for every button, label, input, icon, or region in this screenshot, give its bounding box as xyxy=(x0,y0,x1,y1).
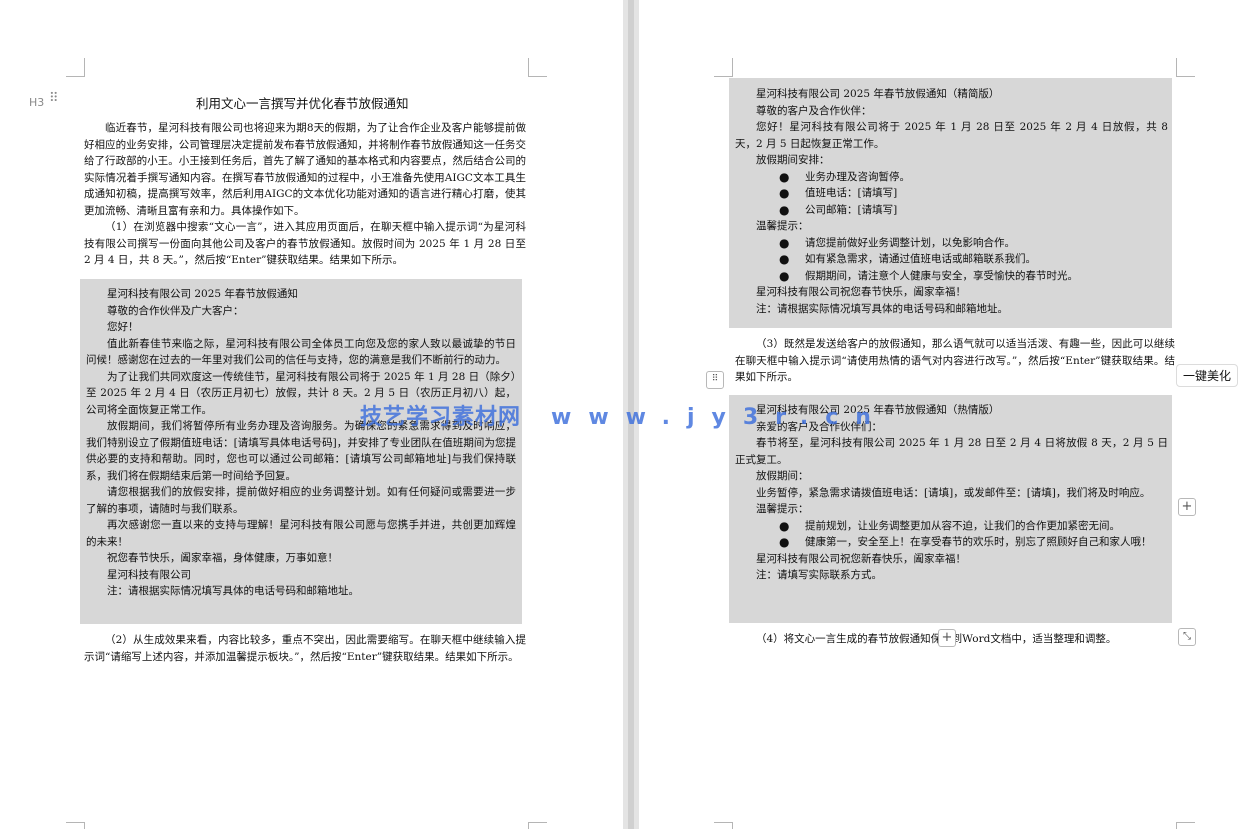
box-line: 尊敬的合作伙伴及广大客户： xyxy=(107,304,244,317)
bullet-item: ● 假期期间，请注意个人健康与安全，享受愉快的春节时光。 xyxy=(779,268,1078,283)
box-closing: 星河科技有限公司祝您新春快乐，阖家幸福！ xyxy=(756,552,966,565)
watermark: 技艺学习素材网 www.jy3r.cn xyxy=(360,399,888,431)
box-title: 星河科技有限公司 2025 年春节放假通知（精简版） xyxy=(756,88,1000,100)
bullet-icon: ● xyxy=(779,202,790,217)
box-line: 值此新春佳节来临之际，星河科技有限公司全体员工向您及您的家人致以最诚挚的节日问候… xyxy=(86,337,516,367)
block-drag-handle-icon[interactable]: ⠿ xyxy=(706,371,724,389)
bullet-icon: ● xyxy=(779,518,790,533)
crop-mark xyxy=(1176,58,1195,77)
bullet-icon: ● xyxy=(779,535,790,549)
box-greeting: 尊敬的客户及合作伙伴： xyxy=(756,104,872,117)
box-body: 您好！星河科技有限公司将于 2025 年 1 月 28 日至 2025 年 2 … xyxy=(735,121,1168,150)
crop-mark xyxy=(1176,822,1195,829)
box-note: 注：请根据实际情况填写具体的电话号码和邮箱地址。 xyxy=(107,585,359,597)
bullet-item: ● 业务办理及咨询暂停。 xyxy=(779,169,910,184)
crop-mark xyxy=(66,58,85,77)
drag-handle-icon[interactable]: ⠿ xyxy=(49,92,61,105)
step-2-paragraph: （2）从生成效果来看，内容比较多，重点不突出，因此需要缩写。在聊天框中继续输入提… xyxy=(84,634,526,663)
bullet-item: ● 值班电话：[请填写] xyxy=(779,186,898,200)
body-text: （2）从生成效果来看，内容比较多，重点不突出，因此需要缩写。在聊天框中继续输入提… xyxy=(84,632,526,665)
watermark-text: 技艺学习素材网 xyxy=(360,405,522,430)
bullet-item: ● 提前规划，让业务调整更加从容不迫，让我们的合作更加紧密无间。 xyxy=(779,518,1120,533)
bullet-icon: ● xyxy=(779,169,790,184)
box-line: 祝您春节快乐，阖家幸福，身体健康，万事如意！ xyxy=(107,552,338,564)
box-note: 注：请根据实际情况填写具体的电话号码和邮箱地址。 xyxy=(756,302,1008,315)
step-3-paragraph: （3）既然是发送给客户的放假通知，那么语气就可以适当活泼、有趣一些，因此可以继续… xyxy=(735,338,1175,383)
crop-mark xyxy=(714,58,733,77)
crop-mark xyxy=(714,822,733,829)
watermark-url: www.jy3r.cn xyxy=(551,405,888,430)
intro-paragraph: 临近春节，星河科技有限公司也将迎来为期8天的假期，为了让合作企业及客户能够提前做… xyxy=(84,122,526,217)
box-body: 业务暂停，紧急需求请拨值班电话：[请填]，或发邮件至：[请填]，我们将及时响应。 xyxy=(756,486,1151,499)
crop-mark xyxy=(66,822,85,829)
bullet-item: ● 健康第一，安全至上！在享受春节的欢乐时，别忘了照顾好自己和家人哦！ xyxy=(779,535,1152,549)
insert-plus-icon[interactable]: + xyxy=(938,629,956,647)
bullet-item: ● 如有紧急需求，请通过值班电话或邮箱联系我们。 xyxy=(779,252,1036,266)
one-click-beautify-button[interactable]: 一键美化 xyxy=(1176,364,1238,387)
result-box-1: 星河科技有限公司 2025 年春节放假通知 尊敬的合作伙伴及广大客户： 您好！ … xyxy=(80,279,522,624)
bullet-icon: ● xyxy=(779,186,790,200)
crop-mark xyxy=(528,58,547,77)
box-line: 您好！ xyxy=(107,321,139,333)
bullet-icon: ● xyxy=(779,268,790,283)
result-box-2: 星河科技有限公司 2025 年春节放假通知（精简版） 尊敬的客户及合作伙伴： 您… xyxy=(729,78,1172,328)
crop-mark xyxy=(528,822,547,829)
box-note: 注：请填写实际联系方式。 xyxy=(756,569,882,581)
document-title: 利用文心一言撰写并优化春节放假通知 xyxy=(196,96,409,111)
box-closing: 星河科技有限公司祝您春节快乐，阖家幸福！ xyxy=(756,286,966,298)
box-line: 星河科技有限公司 xyxy=(107,568,191,581)
body-text: （3）既然是发送给客户的放假通知，那么语气就可以适当活泼、有趣一些，因此可以继续… xyxy=(735,336,1175,386)
box-line: 再次感谢您一直以来的支持与理解！星河科技有限公司愿与您携手并进，共创更加辉煌的未… xyxy=(86,519,516,548)
box-label: 温馨提示： xyxy=(756,220,809,232)
box-title: 星河科技有限公司 2025 年春节放假通知 xyxy=(107,288,298,300)
heading-level-tag[interactable]: H3 xyxy=(29,96,44,109)
bullet-icon: ● xyxy=(779,235,790,250)
bullet-item: ● 请您提前做好业务调整计划，以免影响合作。 xyxy=(779,235,1015,250)
step-1-paragraph: （1）在浏览器中搜索“文心一言”，进入其应用页面后，在聊天框中输入提示词“为星河… xyxy=(84,221,526,266)
add-block-plus-icon[interactable]: + xyxy=(1178,498,1196,516)
bullet-icon: ● xyxy=(779,252,790,266)
box-label: 放假期间： xyxy=(756,470,809,482)
box-body: 春节将至，星河科技有限公司 2025 年 1 月 28 日至 2 月 4 日将放… xyxy=(735,437,1168,466)
box-line: 请您根据我们的放假安排，提前做好相应的业务调整计划。如有任何疑问或需要进一步了解… xyxy=(86,486,516,515)
bullet-item: ● 公司邮箱：[请填写] xyxy=(779,202,898,217)
resize-handle-icon[interactable]: ⤡ xyxy=(1178,628,1196,646)
box-label: 放假期间安排： xyxy=(756,154,830,166)
box-label: 温馨提示： xyxy=(756,503,809,515)
body-text: 临近春节，星河科技有限公司也将迎来为期8天的假期，为了让合作企业及客户能够提前做… xyxy=(84,120,526,269)
